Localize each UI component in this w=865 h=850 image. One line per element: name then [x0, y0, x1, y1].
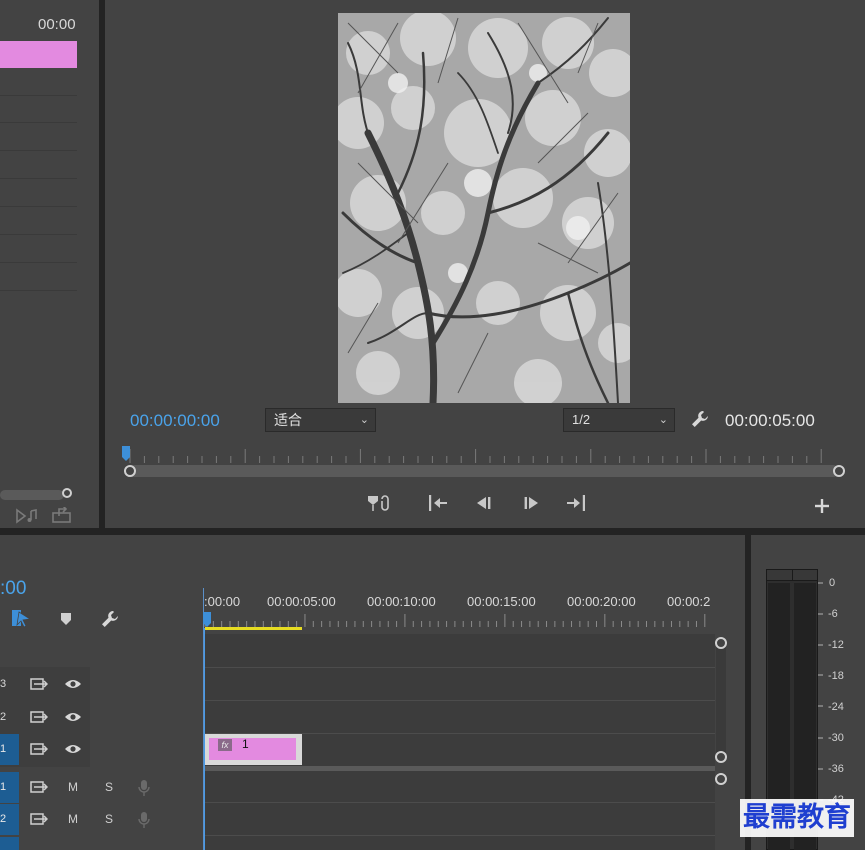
track-label[interactable]: 3 — [0, 669, 19, 700]
sync-lock-icon[interactable] — [30, 742, 48, 756]
program-ruler[interactable] — [125, 446, 840, 464]
resolution-dropdown-label: 1/2 — [572, 412, 591, 427]
meter-scale-label: -24 — [828, 701, 844, 713]
timeline-playhead[interactable] — [202, 612, 212, 628]
sync-lock-icon[interactable] — [30, 677, 48, 691]
playhead-line — [204, 628, 205, 850]
program-monitor: 00:00:00:00 适合 ⌄ 1/2 ⌄ 00:00:05:00 — [105, 0, 865, 528]
solo-button[interactable]: S — [105, 780, 113, 794]
go-to-in-icon[interactable] — [428, 494, 448, 512]
watermark: 最需教育 — [740, 799, 854, 837]
program-scroll-handle-right[interactable] — [833, 465, 845, 477]
work-area-bar[interactable] — [205, 627, 302, 630]
add-button-icon[interactable] — [814, 498, 830, 514]
sync-lock-icon[interactable] — [30, 812, 48, 826]
ruler-label: 00:00:15:00 — [467, 594, 536, 609]
eye-icon[interactable] — [64, 743, 82, 755]
scroll-handle-audio[interactable] — [715, 773, 727, 785]
track-label[interactable]: 2 — [0, 804, 19, 835]
source-timecode: 00:00 — [38, 16, 76, 33]
sync-lock-icon[interactable] — [30, 710, 48, 724]
chevron-down-icon: ⌄ — [359, 414, 369, 426]
chevron-down-icon: ⌄ — [658, 414, 668, 426]
sync-lock-icon[interactable] — [30, 780, 48, 794]
step-back-icon[interactable] — [475, 494, 493, 512]
meter-scale-label: -18 — [828, 670, 844, 682]
resolution-dropdown[interactable]: 1/2 ⌄ — [563, 408, 675, 432]
timeline-wrench-icon[interactable] — [100, 609, 120, 629]
add-marker-icon[interactable] — [367, 493, 391, 513]
clip-name: 1 — [242, 737, 249, 751]
ruler-label: 00:00:05:00 — [267, 594, 336, 609]
meter-scale-label: -30 — [828, 732, 844, 744]
eye-icon[interactable] — [64, 678, 82, 690]
wrench-icon[interactable] — [690, 409, 710, 429]
video-track-1: 1 — [0, 734, 200, 765]
video-track-3: 3 — [0, 669, 200, 700]
audio-track-3-partial — [0, 837, 19, 850]
export-frame-icon[interactable] — [52, 507, 72, 523]
video-track-2: 2 — [0, 702, 200, 733]
linked-selection-icon[interactable] — [11, 608, 31, 628]
marker-icon[interactable] — [60, 612, 72, 626]
timeline-video-scrollbar[interactable] — [716, 642, 726, 758]
fx-badge[interactable]: fx — [218, 739, 232, 751]
source-panel: 00:00 — [0, 0, 99, 528]
source-clip-bar[interactable] — [0, 41, 77, 68]
ruler-label: 00:00:10:00 — [367, 594, 436, 609]
source-scrollbar[interactable] — [0, 490, 64, 500]
program-scrollbar[interactable] — [127, 465, 839, 477]
solo-button[interactable]: S — [105, 812, 113, 826]
microphone-icon[interactable] — [138, 779, 150, 797]
audio-track-1: 1 M S — [0, 772, 200, 803]
mute-button[interactable]: M — [68, 780, 78, 794]
insert-audio-icon[interactable] — [16, 508, 38, 524]
scroll-handle-bottom[interactable] — [715, 751, 727, 763]
eye-icon[interactable] — [64, 711, 82, 723]
mute-button[interactable]: M — [68, 812, 78, 826]
track-label[interactable]: 1 — [0, 772, 19, 803]
program-duration-timecode: 00:00:05:00 — [725, 411, 815, 430]
meter-scale-label: -12 — [828, 639, 844, 651]
ruler-label: 00:00:20:00 — [567, 594, 636, 609]
timeline-clip[interactable]: fx 1 — [205, 734, 302, 765]
program-video-frame — [338, 13, 630, 403]
scroll-handle-top[interactable] — [715, 637, 727, 649]
meter-scale-label: 0 — [829, 577, 836, 589]
ruler-label: 00:00:2 — [667, 594, 711, 609]
track-label[interactable]: 2 — [0, 702, 19, 733]
audio-track-2: 2 M S — [0, 804, 200, 835]
meter-scale-label: -6 — [828, 608, 838, 620]
go-to-out-icon[interactable] — [566, 494, 586, 512]
ruler-label: :00:00 — [204, 594, 241, 609]
timeline-timecode[interactable]: :00 — [0, 578, 26, 600]
fit-dropdown-label: 适合 — [274, 412, 302, 428]
microphone-icon[interactable] — [138, 811, 150, 829]
tree-image — [338, 13, 630, 403]
fit-dropdown[interactable]: 适合 ⌄ — [265, 408, 376, 432]
program-current-timecode[interactable]: 00:00:00:00 — [130, 411, 220, 431]
video-audio-divider[interactable] — [205, 766, 715, 771]
source-scroll-handle[interactable] — [62, 488, 72, 498]
step-forward-icon[interactable] — [522, 494, 540, 512]
track-label[interactable]: 1 — [0, 734, 19, 765]
meter-scale-label: -36 — [828, 763, 844, 775]
program-playhead[interactable] — [121, 446, 131, 462]
program-scroll-handle-left[interactable] — [124, 465, 136, 477]
